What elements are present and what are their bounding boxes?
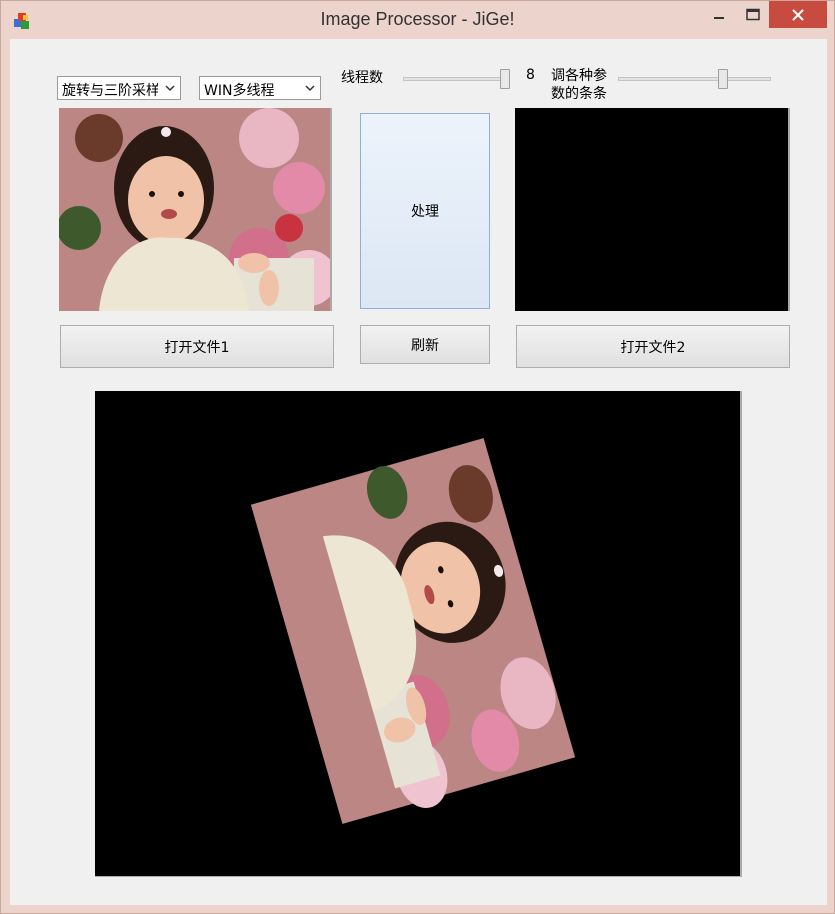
open-file-1-button[interactable]: 打开文件1 — [60, 325, 334, 368]
process-button[interactable]: 处理 — [360, 113, 490, 309]
close-icon — [792, 8, 804, 21]
algorithm-select[interactable]: 旋转与三阶采样 — [57, 76, 181, 100]
source-image-2[interactable] — [515, 108, 790, 311]
param-slider-track[interactable] — [618, 77, 771, 81]
result-image[interactable] — [95, 391, 742, 877]
maximize-icon — [746, 8, 760, 20]
client-area: 旋转与三阶采样 WIN多线程 线程数 8 调各种参数的条条 处理 打开文件1 刷… — [10, 39, 827, 905]
thread-mode-select[interactable]: WIN多线程 — [199, 76, 321, 100]
refresh-button[interactable]: 刷新 — [360, 325, 490, 364]
source-image-1[interactable] — [59, 108, 332, 311]
thread-count-label: 线程数 — [341, 70, 383, 86]
chevron-down-icon[interactable] — [303, 80, 317, 96]
thread-count-value: 8 — [526, 67, 535, 83]
minimize-button[interactable] — [702, 1, 736, 28]
minimize-icon — [714, 16, 724, 19]
close-button[interactable] — [769, 1, 827, 28]
open-file-2-button[interactable]: 打开文件2 — [516, 325, 790, 368]
rotated-photo-image — [250, 438, 576, 824]
algorithm-select-value: 旋转与三阶采样 — [62, 83, 158, 99]
param-slider-thumb[interactable] — [718, 69, 728, 89]
thread-count-slider-thumb[interactable] — [500, 69, 510, 89]
thread-count-slider-track[interactable] — [403, 77, 509, 81]
app-window: Image Processor - JiGe! 旋转与三阶采样 WIN多线程 线… — [0, 0, 835, 914]
param-slider-label: 调各种参数的条条 — [551, 68, 607, 102]
title-bar[interactable]: Image Processor - JiGe! — [1, 1, 834, 39]
chevron-down-icon[interactable] — [163, 80, 177, 96]
thread-mode-select-value: WIN多线程 — [204, 83, 275, 99]
photo-girl-image — [59, 108, 330, 311]
maximize-button[interactable] — [736, 1, 770, 28]
